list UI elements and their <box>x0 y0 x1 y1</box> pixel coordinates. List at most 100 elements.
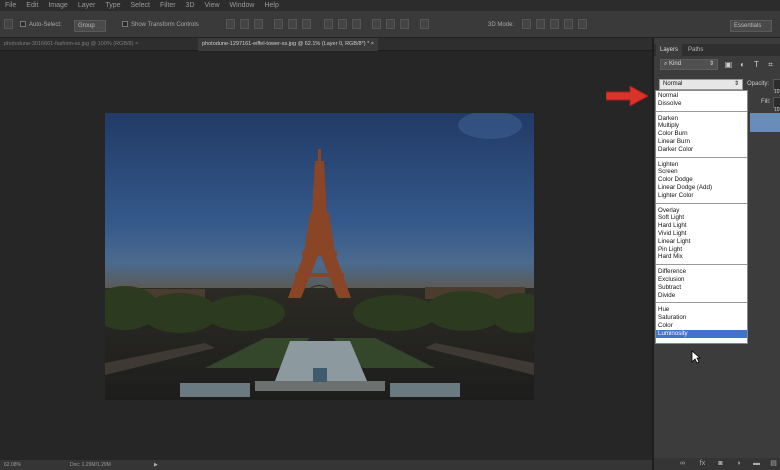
menu-item-image[interactable]: Image <box>43 0 72 11</box>
menu-item-filter[interactable]: Filter <box>155 0 181 11</box>
menu-item-window[interactable]: Window <box>225 0 260 11</box>
document-image[interactable] <box>105 113 534 400</box>
transform-label: Show Transform Controls <box>131 22 199 28</box>
menu-item-edit[interactable]: Edit <box>21 0 43 11</box>
adjustment-filter-icon[interactable]: ◐ <box>738 59 747 70</box>
menu-item-view[interactable]: View <box>200 0 225 11</box>
mode-3d-label: 3D Mode: <box>488 22 515 28</box>
doc-size: Doc: 1.29M/1.29M <box>70 462 111 468</box>
auto-select-checkbox[interactable] <box>20 21 26 28</box>
tab-paths[interactable]: Paths <box>684 44 707 56</box>
fill-input[interactable]: 10 <box>773 97 780 113</box>
blend-mode-item-difference[interactable]: Difference <box>656 268 747 276</box>
blend-mode-item-normal[interactable]: Normal <box>656 92 747 100</box>
tab-eiffel[interactable]: photodune-1297161-eiffel-tower-xs.jpg @ … <box>198 38 378 51</box>
align-center-icon[interactable] <box>288 19 297 29</box>
blend-mode-select[interactable]: Normal ⇕ <box>659 79 743 90</box>
tab-layers[interactable]: Layers <box>656 44 683 56</box>
type-filter-icon[interactable]: T <box>752 59 761 70</box>
blend-mode-item-overlay[interactable]: Overlay <box>656 207 747 215</box>
menu-item-select[interactable]: Select <box>126 0 155 11</box>
search-icon: ⌕ <box>664 61 668 67</box>
blend-mode-item-multiply[interactable]: Multiply <box>656 122 747 130</box>
image-filter-icon[interactable]: ▣ <box>724 59 733 70</box>
distribute-left-icon[interactable] <box>372 19 381 29</box>
adjustment-icon[interactable]: ◑ <box>734 460 743 468</box>
folder-icon[interactable]: ▬ <box>752 460 761 468</box>
auto-select-dropdown[interactable]: Group <box>74 20 106 32</box>
tab-label: photodune-1297161-eiffel-tower-xs.jpg @ … <box>202 41 370 47</box>
blend-mode-item-subtract[interactable]: Subtract <box>656 284 747 292</box>
blend-mode-item-linear-light[interactable]: Linear Light <box>656 238 747 246</box>
blend-mode-item-screen[interactable]: Screen <box>656 168 747 176</box>
link-icon[interactable]: ∞ <box>678 460 687 468</box>
menu-item-3d[interactable]: 3D <box>181 0 200 11</box>
transform-checkbox[interactable] <box>122 21 128 28</box>
blend-mode-item-vivid-light[interactable]: Vivid Light <box>656 230 747 238</box>
blend-mode-item-lighten[interactable]: Lighten <box>656 161 747 169</box>
menu-item-help[interactable]: Help <box>259 0 283 11</box>
opacity-input[interactable]: 10 <box>773 79 780 95</box>
scale-3d-icon[interactable] <box>578 19 587 29</box>
blend-mode-item-saturation[interactable]: Saturation <box>656 314 747 322</box>
blend-mode-item-divide[interactable]: Divide <box>656 292 747 300</box>
blend-mode-item-luminosity[interactable]: Luminosity <box>656 329 747 338</box>
distribute-middle-icon[interactable] <box>338 19 347 29</box>
menu-item-type[interactable]: Type <box>100 0 125 11</box>
panel-bottom-bar: ∞ fx ◙ ◑ ▬ ▤ <box>654 458 780 470</box>
workspace-dropdown[interactable]: Essentials <box>730 20 773 32</box>
align-right-icon[interactable] <box>302 19 311 29</box>
rotate-3d-icon[interactable] <box>522 19 531 29</box>
roll-3d-icon[interactable] <box>536 19 545 29</box>
shape-filter-icon[interactable]: ⌗ <box>766 59 775 70</box>
distribute-center-icon[interactable] <box>386 19 395 29</box>
list-separator <box>656 110 747 112</box>
align-middle-icon[interactable] <box>240 19 249 29</box>
blend-mode-item-pin-light[interactable]: Pin Light <box>656 246 747 254</box>
kind-label: Kind <box>669 61 682 67</box>
blend-mode-item-exclusion[interactable]: Exclusion <box>656 276 747 284</box>
move-tool-icon[interactable] <box>4 19 13 29</box>
zoom-level[interactable]: 62.08% <box>4 460 21 470</box>
blend-mode-item-color[interactable]: Color <box>656 322 747 330</box>
align-top-icon[interactable] <box>226 19 235 29</box>
blend-mode-item-hard-light[interactable]: Hard Light <box>656 222 747 230</box>
align-bottom-icon[interactable] <box>254 19 263 29</box>
blend-mode-item-hard-mix[interactable]: Hard Mix <box>656 253 747 261</box>
blend-mode-item-darken[interactable]: Darken <box>656 115 747 123</box>
align-left-icon[interactable] <box>274 19 283 29</box>
distribute-bottom-icon[interactable] <box>352 19 361 29</box>
mouse-cursor-icon <box>691 350 701 364</box>
blend-mode-list: Normal Dissolve Darken Multiply Color Burn Li… <box>655 90 748 344</box>
new-layer-icon[interactable]: ▤ <box>769 460 778 468</box>
blend-mode-item-lighter-color[interactable]: Lighter Color <box>656 192 747 200</box>
menu-item-layer[interactable]: Layer <box>73 0 101 11</box>
blend-mode-item-soft-light[interactable]: Soft Light <box>656 214 747 222</box>
mask-icon[interactable]: ◙ <box>716 460 725 468</box>
distribute-top-icon[interactable] <box>324 19 333 29</box>
slide-3d-icon[interactable] <box>564 19 573 29</box>
blend-mode-item-color-dodge[interactable]: Color Dodge <box>656 176 747 184</box>
drag-3d-icon[interactable] <box>550 19 559 29</box>
blend-mode-item-linear-burn[interactable]: Linear Burn <box>656 138 747 146</box>
options-bar: Auto-Select: Group Show Transform Contro… <box>0 11 780 38</box>
distribute-right-icon[interactable] <box>400 19 409 29</box>
list-separator <box>656 202 747 204</box>
fx-icon[interactable]: fx <box>698 460 707 468</box>
tab-fashion[interactable]: photodune-3016661-fashion-xs.jpg @ 100% … <box>0 38 142 51</box>
auto-align-icon[interactable] <box>420 19 429 29</box>
auto-select-toggle[interactable]: Auto-Select: <box>20 20 62 30</box>
document-tab-bar: photodune-3016661-fashion-xs.jpg @ 100% … <box>0 38 652 51</box>
blend-mode-item-darker-color[interactable]: Darker Color <box>656 146 747 154</box>
kind-filter-dropdown[interactable]: ⌕ Kind ⇕ <box>660 59 718 70</box>
transform-toggle[interactable]: Show Transform Controls <box>122 20 199 30</box>
blend-mode-value: Normal <box>663 81 683 87</box>
blend-mode-item-linear-dodge-add[interactable]: Linear Dodge (Add) <box>656 184 747 192</box>
blend-mode-item-dissolve[interactable]: Dissolve <box>656 100 747 108</box>
status-menu-arrow-icon[interactable]: ▶ <box>154 460 158 470</box>
blend-mode-item-color-burn[interactable]: Color Burn <box>656 130 747 138</box>
menu-item-file[interactable]: File <box>0 0 21 11</box>
blend-mode-item-hue[interactable]: Hue <box>656 306 747 314</box>
panel-tab-bar: Layers Paths <box>654 44 780 56</box>
layer-row-selected[interactable] <box>750 113 780 132</box>
